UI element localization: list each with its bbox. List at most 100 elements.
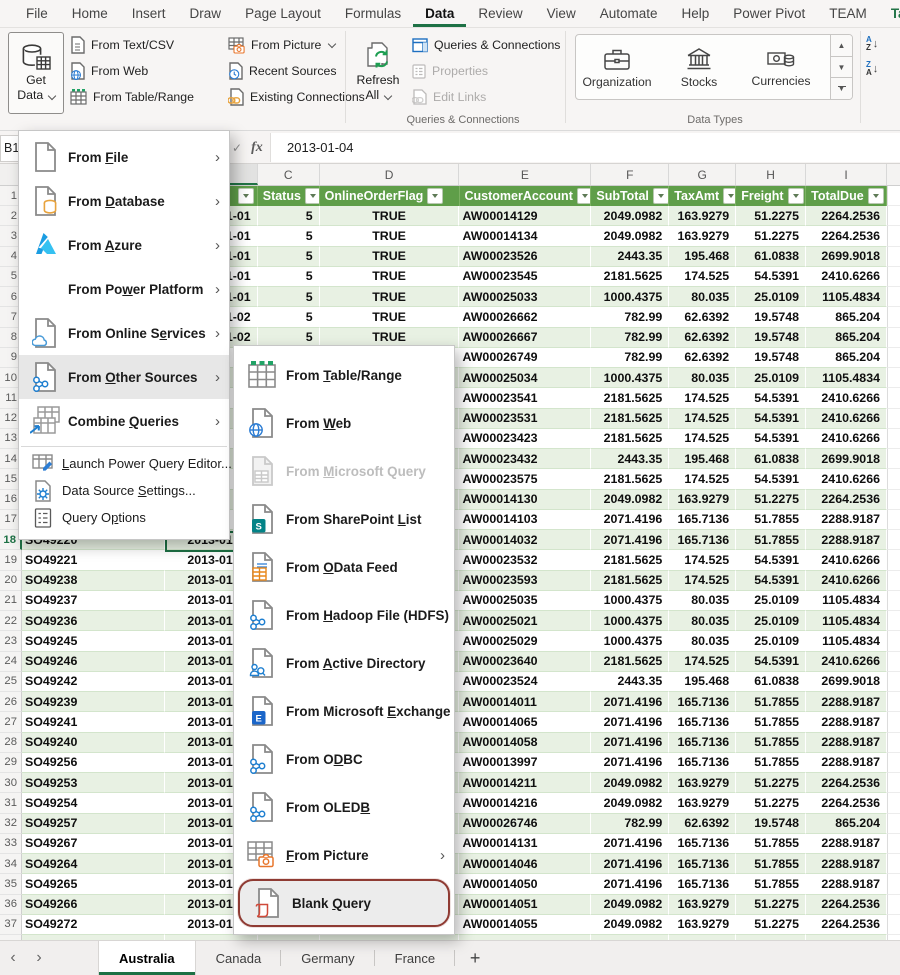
cell-g14[interactable]: 195.468 — [669, 449, 736, 469]
cell-c4[interactable]: 5 — [258, 247, 320, 267]
cell-j22[interactable] — [887, 611, 900, 631]
cell-j31[interactable] — [887, 793, 900, 813]
filter-button-icon[interactable] — [305, 188, 320, 204]
cell-f17[interactable]: 2071.4196 — [591, 510, 669, 530]
cell-g16[interactable]: 163.9279 — [669, 490, 736, 510]
cell-g22[interactable]: 80.035 — [669, 611, 736, 631]
row-header-25[interactable]: 25 — [0, 672, 22, 692]
cell-f20[interactable]: 2181.5625 — [591, 571, 669, 591]
cell-h4[interactable]: 61.0838 — [736, 247, 806, 267]
cell-g21[interactable]: 80.035 — [669, 591, 736, 611]
ribbon-tab-power-pivot[interactable]: Power Pivot — [721, 0, 817, 27]
ribbon-tab-formulas[interactable]: Formulas — [333, 0, 413, 27]
cell-j11[interactable] — [887, 388, 900, 408]
cell-e30[interactable]: AW00014211 — [459, 773, 591, 793]
cell-i17[interactable]: 2288.9187 — [806, 510, 887, 530]
row-header-35[interactable]: 35 — [0, 874, 22, 894]
cell-g3[interactable]: 163.9279 — [669, 226, 736, 246]
cell-j32[interactable] — [887, 814, 900, 834]
cell-j24[interactable] — [887, 652, 900, 672]
cell-j20[interactable] — [887, 571, 900, 591]
cell-e28[interactable]: AW00014058 — [459, 733, 591, 753]
ribbon-button-from-picture[interactable]: From Picture — [228, 34, 335, 56]
cell-g31[interactable]: 163.9279 — [669, 793, 736, 813]
sort-dialog-button[interactable]: ZAAZ Sort — [889, 36, 900, 76]
cell-f18[interactable]: 2071.4196 — [591, 530, 669, 550]
cell-e26[interactable]: AW00014011 — [459, 692, 591, 712]
cell-f19[interactable]: 2181.5625 — [591, 550, 669, 570]
menu-item-combine-queries[interactable]: Combine Queries› — [19, 399, 229, 443]
cell-j12[interactable] — [887, 409, 900, 429]
sheet-tab-canada[interactable]: Canada — [196, 941, 282, 975]
cell-a23[interactable]: SO49245 — [22, 631, 165, 651]
cell-i22[interactable]: 1105.4834 — [806, 611, 887, 631]
cell-i9[interactable]: 865.204 — [806, 348, 887, 368]
cell-e17[interactable]: AW00014103 — [459, 510, 591, 530]
menu-item-from-power-platform[interactable]: From Power Platform› — [19, 267, 229, 311]
cell-i32[interactable]: 865.204 — [806, 814, 887, 834]
row-header-27[interactable]: 27 — [0, 712, 22, 732]
ribbon-button-from-web[interactable]: From Web — [70, 60, 148, 82]
ribbon-tab-table-design[interactable]: Table Design — [879, 0, 900, 27]
cell-g10[interactable]: 80.035 — [669, 368, 736, 388]
cell-h2[interactable]: 51.2275 — [736, 206, 806, 226]
cell-f32[interactable]: 782.99 — [591, 814, 669, 834]
cell-a31[interactable]: SO49254 — [22, 793, 165, 813]
cell-c6[interactable]: 5 — [258, 287, 320, 307]
cell-g30[interactable]: 163.9279 — [669, 773, 736, 793]
cell-f2[interactable]: 2049.0982 — [591, 206, 669, 226]
gallery-up-icon[interactable]: ▲ — [831, 35, 852, 57]
cell-e10[interactable]: AW00025034 — [459, 368, 591, 388]
cell-h25[interactable]: 61.0838 — [736, 672, 806, 692]
cell-j23[interactable] — [887, 631, 900, 651]
cell-j10[interactable] — [887, 368, 900, 388]
cell-e8[interactable]: AW00026667 — [459, 328, 591, 348]
cell-f5[interactable]: 2181.5625 — [591, 267, 669, 287]
cell-j26[interactable] — [887, 692, 900, 712]
cell-d4[interactable]: TRUE — [320, 247, 460, 267]
refresh-all-button[interactable]: Refresh All — [352, 34, 404, 110]
row-header-29[interactable]: 29 — [0, 753, 22, 773]
cell-e29[interactable]: AW00013997 — [459, 753, 591, 773]
submenu-item-from-table-range[interactable]: From Table/Range — [234, 351, 454, 399]
submenu-item-from-oledb[interactable]: From OLEDB — [234, 783, 454, 831]
cell-e32[interactable]: AW00026746 — [459, 814, 591, 834]
menu-item-from-other-sources[interactable]: From Other Sources› — [19, 355, 229, 399]
cell-f11[interactable]: 2181.5625 — [591, 388, 669, 408]
row-header-24[interactable]: 24 — [0, 652, 22, 672]
gallery-more-icon[interactable]: ▼ — [831, 78, 852, 99]
cell-j16[interactable] — [887, 490, 900, 510]
ribbon-tab-file[interactable]: File — [14, 0, 60, 27]
row-header-20[interactable]: 20 — [0, 571, 22, 591]
row-header-23[interactable]: 23 — [0, 631, 22, 651]
cell-e27[interactable]: AW00014065 — [459, 712, 591, 732]
cell-f34[interactable]: 2071.4196 — [591, 854, 669, 874]
cell-j36[interactable] — [887, 895, 900, 915]
cell-j7[interactable] — [887, 307, 900, 327]
cell-i31[interactable]: 2264.2536 — [806, 793, 887, 813]
cell-e24[interactable]: AW00023640 — [459, 652, 591, 672]
menu-item-from-database[interactable]: From Database› — [19, 179, 229, 223]
cell-e16[interactable]: AW00014130 — [459, 490, 591, 510]
sort-descending-button[interactable]: ZA ↓ — [866, 61, 878, 76]
ribbon-tab-automate[interactable]: Automate — [588, 0, 670, 27]
column-header-d[interactable]: D — [320, 164, 460, 185]
cell-f14[interactable]: 2443.35 — [591, 449, 669, 469]
row-header-31[interactable]: 31 — [0, 793, 22, 813]
cell-h37[interactable]: 51.2275 — [736, 915, 806, 935]
cell-f33[interactable]: 2071.4196 — [591, 834, 669, 854]
cell-e20[interactable]: AW00023593 — [459, 571, 591, 591]
cell-a36[interactable]: SO49266 — [22, 895, 165, 915]
enter-check-icon[interactable]: ✓ — [232, 141, 242, 155]
row-header-37[interactable]: 37 — [0, 915, 22, 935]
cell-a34[interactable]: SO49264 — [22, 854, 165, 874]
cell-i20[interactable]: 2410.6266 — [806, 571, 887, 591]
cell-f28[interactable]: 2071.4196 — [591, 733, 669, 753]
cell-j19[interactable] — [887, 550, 900, 570]
cell-g2[interactable]: 163.9279 — [669, 206, 736, 226]
cell-c7[interactable]: 5 — [258, 307, 320, 327]
cell-a22[interactable]: SO49236 — [22, 611, 165, 631]
cell-i16[interactable]: 2264.2536 — [806, 490, 887, 510]
cell-g15[interactable]: 174.525 — [669, 469, 736, 489]
formula-input[interactable]: 2013-01-04 — [270, 133, 900, 162]
